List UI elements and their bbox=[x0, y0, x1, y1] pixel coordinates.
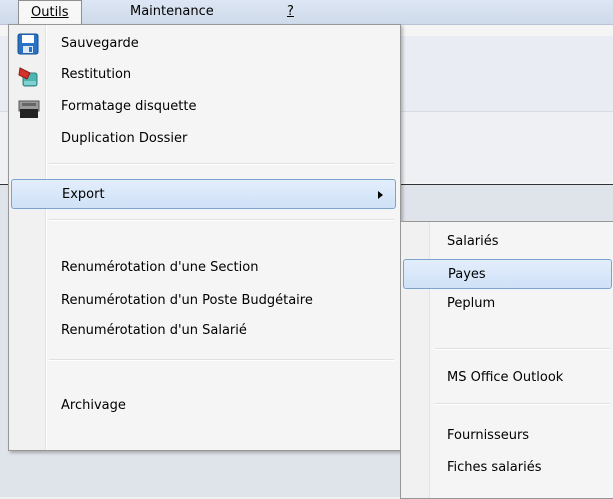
submenu-item-salaries[interactable]: Salariés bbox=[403, 227, 612, 257]
menu-item-renumerotation-salarie[interactable]: Renumérotation d'un Salarié bbox=[11, 316, 396, 346]
floppy-disk-icon bbox=[17, 33, 41, 55]
menu-item-renumerotation-section[interactable]: Renumérotation d'une Section bbox=[11, 253, 396, 283]
submenu-item-fiches-salaries[interactable]: Fiches salariés bbox=[403, 453, 612, 483]
menu-bar: Outils Maintenance ? bbox=[0, 0, 613, 25]
submenu-item-label: Payes bbox=[448, 267, 486, 282]
menu-item-label: Formatage disquette bbox=[61, 99, 197, 114]
menu-item-label: Sauvegarde bbox=[61, 36, 139, 51]
menu-item-label: Duplication Dossier bbox=[61, 131, 188, 146]
menu-outils[interactable]: Outils bbox=[18, 0, 82, 25]
submenu-item-label: MS Office Outlook bbox=[447, 370, 564, 385]
menu-outils-label: Outils bbox=[31, 5, 69, 20]
menu-help-label: ? bbox=[287, 4, 294, 19]
submenu-separator bbox=[435, 403, 610, 405]
outils-dropdown: Sauvegarde Restitution Formatage disquet… bbox=[8, 24, 401, 451]
menu-help[interactable]: ? bbox=[275, 0, 306, 24]
menu-item-sauvegarde[interactable]: Sauvegarde bbox=[11, 29, 396, 59]
menu-separator bbox=[49, 163, 394, 165]
menu-item-label: Restitution bbox=[61, 67, 132, 82]
submenu-separator bbox=[435, 348, 610, 350]
menu-item-label: Export bbox=[62, 187, 105, 202]
menu-item-renumerotation-poste[interactable]: Renumérotation d'un Poste Budgétaire bbox=[11, 286, 396, 316]
submenu-item-payes[interactable]: Payes bbox=[403, 259, 612, 289]
menu-item-label: Archivage bbox=[61, 398, 126, 413]
menu-item-archivage[interactable]: Archivage bbox=[11, 391, 396, 421]
menu-maintenance[interactable]: Maintenance bbox=[118, 0, 226, 24]
menu-item-label: Renumérotation d'un Salarié bbox=[61, 323, 247, 338]
menu-separator bbox=[49, 359, 394, 361]
disk-drive-icon bbox=[17, 96, 41, 118]
menu-item-restitution[interactable]: Restitution bbox=[11, 60, 396, 90]
submenu-item-label: Fiches salariés bbox=[447, 460, 542, 475]
menu-item-duplication-dossier[interactable]: Duplication Dossier bbox=[11, 124, 396, 154]
menu-separator bbox=[49, 219, 394, 221]
menu-item-label: Renumérotation d'une Section bbox=[61, 260, 259, 275]
menu-item-label: Renumérotation d'un Poste Budgétaire bbox=[61, 293, 313, 308]
submenu-item-label: Peplum bbox=[447, 296, 496, 311]
restore-jar-icon bbox=[17, 64, 41, 87]
submenu-item-label: Salariés bbox=[447, 234, 499, 249]
menu-item-export[interactable]: Export bbox=[11, 179, 396, 209]
submenu-item-peplum[interactable]: Peplum bbox=[403, 289, 612, 319]
export-submenu: Salariés Payes Peplum MS Office Outlook … bbox=[400, 221, 613, 499]
submenu-arrow-icon bbox=[378, 191, 383, 199]
submenu-item-label: Fournisseurs bbox=[447, 428, 530, 443]
submenu-item-ms-office-outlook[interactable]: MS Office Outlook bbox=[403, 363, 612, 393]
menu-maintenance-label: Maintenance bbox=[130, 4, 214, 19]
menu-item-formatage-disquette[interactable]: Formatage disquette bbox=[11, 92, 396, 122]
submenu-item-fournisseurs[interactable]: Fournisseurs bbox=[403, 421, 612, 451]
